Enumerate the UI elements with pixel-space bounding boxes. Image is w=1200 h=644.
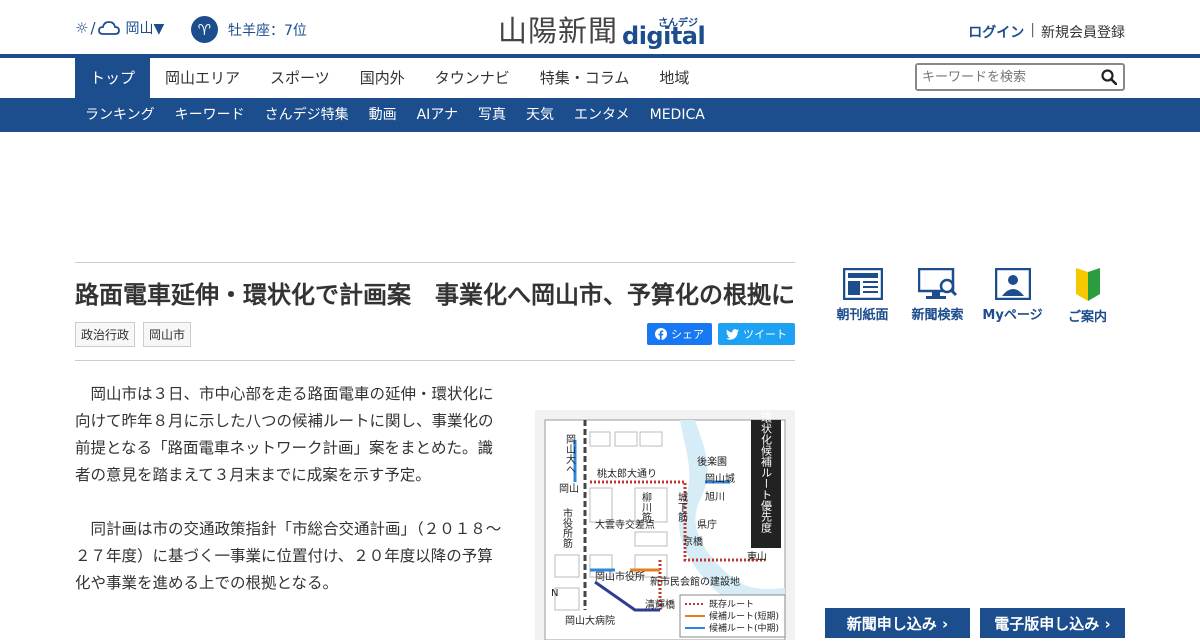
sidebar-label-morning-paper: 朝刊紙面 bbox=[836, 308, 889, 323]
sidebar: 朝刊紙面 新聞検索 Myページ ご案内 bbox=[825, 268, 1125, 325]
map-label-city-hall: 岡山市役所 bbox=[595, 570, 645, 583]
map-label-seikibashi: 清輝橋 bbox=[645, 598, 675, 611]
map-label-okayama-castle: 岡山城 bbox=[705, 473, 735, 485]
map-label-shiyakusho-suji: 市役所筋 bbox=[561, 507, 573, 549]
sidebar-label-news-search: 新聞検索 bbox=[911, 308, 964, 323]
article-title: 路面電車延伸・環状化で計画案 事業化へ岡山市、予算化の根拠に bbox=[75, 281, 795, 309]
facebook-icon bbox=[655, 328, 667, 341]
article-meta-divider bbox=[75, 360, 795, 362]
sidebar-icon-row: 朝刊紙面 新聞検索 Myページ ご案内 bbox=[825, 268, 1125, 325]
map-label-korakuen: 後楽園 bbox=[697, 455, 727, 468]
logo-digital-wrap: さんデジ digital bbox=[622, 14, 706, 50]
subnav-item-weather[interactable]: 天気 bbox=[516, 98, 564, 132]
ad-space bbox=[0, 132, 1200, 262]
map-label-asahi-river: 旭川 bbox=[705, 491, 725, 503]
route-map[interactable]: 路面電車の延伸環状化候補ルート優先度 岡山大へ 桃太郎大通り 後楽園 岡山城 旭… bbox=[535, 335, 795, 641]
horoscope-widget[interactable]: ♈ 牡羊座：7位 bbox=[191, 16, 307, 43]
map-label-univ-hospital: 岡山大病院 bbox=[565, 614, 615, 627]
tag-politics[interactable]: 政治行政 bbox=[75, 321, 136, 347]
weather-separator: / bbox=[90, 19, 96, 37]
article-top-divider bbox=[75, 262, 795, 263]
tag-okayama-city[interactable]: 岡山市 bbox=[143, 321, 192, 347]
subnav-item-entertainment[interactable]: エンタメ bbox=[564, 98, 640, 132]
subnav-item-photo[interactable]: 写真 bbox=[468, 98, 516, 132]
auth-links: ログイン | 新規会員登録 bbox=[968, 22, 1125, 42]
map-label-higashiyama: 東山 bbox=[747, 550, 767, 563]
map-label-new-hall-site: 新市民会館の建設地 bbox=[650, 575, 740, 588]
nav-item-sports[interactable]: スポーツ bbox=[255, 58, 345, 98]
sub-navigation: ランキング キーワード さんデジ特集 動画 AIアナ 写真 天気 エンタメ ME… bbox=[0, 98, 1200, 132]
map-title: 路面電車の延伸環状化候補ルート優先度 bbox=[760, 410, 773, 534]
sidebar-item-my-page[interactable]: Myページ bbox=[975, 268, 1050, 325]
subnav-item-ranking[interactable]: ランキング bbox=[75, 98, 165, 132]
map-label-okayama-station: 岡山 bbox=[559, 483, 579, 495]
facebook-share-label: シェア bbox=[671, 328, 704, 342]
map-label-okayama-univ: 岡山大へ bbox=[564, 434, 576, 474]
legend-short-term: 候補ルート(短期) bbox=[709, 610, 779, 622]
article-meta-row: 政治行政 岡山市 シェア ツイート bbox=[75, 321, 795, 347]
search-input[interactable] bbox=[917, 65, 1092, 89]
map-label-shiroshita-suji: 城下筋 bbox=[676, 492, 688, 523]
weather-city-select[interactable]: 岡山▼ bbox=[126, 18, 165, 38]
article-paragraph-2: 同計画は市の交通政策指針「市総合交通計画」（２０１８～２７年度）に基づく一事業に… bbox=[75, 520, 502, 593]
twitter-bird-icon bbox=[726, 328, 739, 340]
newspaper-icon bbox=[842, 268, 883, 300]
logo-kanji: 山陽新聞 bbox=[498, 14, 619, 48]
subnav-item-video[interactable]: 動画 bbox=[359, 98, 407, 132]
nav-item-townnavi[interactable]: タウンナビ bbox=[420, 58, 525, 98]
sidebar-label-guide: ご案内 bbox=[1067, 310, 1107, 325]
subnav-item-keyword[interactable]: キーワード bbox=[165, 98, 255, 132]
digital-subscribe-button[interactable]: 電子版申し込み › bbox=[980, 608, 1125, 638]
nav-item-region[interactable]: 地域 bbox=[644, 58, 704, 98]
sidebar-item-guide[interactable]: ご案内 bbox=[1050, 268, 1125, 325]
newspaper-subscribe-button[interactable]: 新聞申し込み › bbox=[825, 608, 970, 638]
article-paragraph-1: 岡山市は３日、市中心部を走る路面電車の延伸・環状化に向けて昨年８月に示した八つの… bbox=[75, 385, 494, 485]
register-link[interactable]: 新規会員登録 bbox=[1041, 22, 1125, 42]
login-link[interactable]: ログイン bbox=[968, 22, 1024, 42]
search-icon[interactable] bbox=[1101, 69, 1117, 85]
article-figure[interactable]: 路面電車の延伸環状化候補ルート優先度 岡山大へ 桃太郎大通り 後楽園 岡山城 旭… bbox=[535, 335, 795, 641]
twitter-share-label: ツイート bbox=[743, 328, 787, 342]
map-label-kyobashi: 京橋 bbox=[683, 535, 703, 548]
nav-item-national[interactable]: 国内外 bbox=[345, 58, 420, 98]
article: 路面電車延伸・環状化で計画案 事業化へ岡山市、予算化の根拠に 政治行政 岡山市 … bbox=[75, 262, 795, 641]
user-page-icon bbox=[994, 268, 1031, 300]
beginner-mark-icon bbox=[1075, 268, 1100, 301]
weather-widget[interactable]: ☼ / 岡山▼ bbox=[75, 18, 164, 38]
nav-item-top[interactable]: トップ bbox=[75, 58, 151, 98]
article-text: 岡山市は３日、市中心部を走る路面電車の延伸・環状化に向けて昨年８月に示した八つの… bbox=[75, 381, 507, 624]
map-label-momotaro: 桃太郎大通り bbox=[597, 467, 657, 480]
site-header: ☼ / 岡山▼ ♈ 牡羊座：7位 山陽新聞 さんデジ digital ログイン … bbox=[0, 0, 1200, 54]
monitor-search-icon bbox=[917, 268, 957, 299]
logo-digital: digital bbox=[622, 22, 706, 50]
cloud-icon bbox=[97, 21, 120, 35]
search-box bbox=[915, 63, 1125, 91]
share-buttons: シェア ツイート bbox=[647, 323, 795, 346]
facebook-share-button[interactable]: シェア bbox=[647, 323, 712, 346]
legend-mid-term: 候補ルート(中期) bbox=[709, 622, 779, 634]
subnav-item-medica[interactable]: MEDICA bbox=[640, 98, 715, 132]
sidebar-item-morning-paper[interactable]: 朝刊紙面 bbox=[825, 268, 900, 325]
horoscope-text[interactable]: 牡羊座：7位 bbox=[228, 20, 307, 40]
site-logo[interactable]: 山陽新聞 さんデジ digital bbox=[498, 8, 706, 50]
auth-separator: | bbox=[1030, 22, 1035, 38]
sidebar-label-my-page: Myページ bbox=[982, 308, 1043, 323]
map-north-arrow: N bbox=[551, 588, 558, 599]
sidebar-item-news-search[interactable]: 新聞検索 bbox=[900, 268, 975, 325]
map-label-yanagawa-suji: 柳川筋 bbox=[640, 491, 652, 523]
nav-item-okayama-area[interactable]: 岡山エリア bbox=[150, 58, 255, 98]
map-label-kencho: 県庁 bbox=[697, 518, 717, 531]
sun-icon: ☼ bbox=[75, 19, 89, 37]
subnav-item-sandeji-feature[interactable]: さんデジ特集 bbox=[255, 98, 359, 132]
subnav-item-ai-anchor[interactable]: AIアナ bbox=[407, 98, 468, 132]
aries-icon: ♈ bbox=[191, 16, 218, 43]
main-navigation: トップ 岡山エリア スポーツ 国内外 タウンナビ 特集・コラム 地域 bbox=[0, 54, 1200, 98]
legend-existing: 既存ルート bbox=[709, 598, 754, 610]
twitter-share-button[interactable]: ツイート bbox=[718, 323, 795, 346]
map-label-daiunji: 大雲寺交差点 bbox=[595, 518, 655, 531]
nav-item-features[interactable]: 特集・コラム bbox=[525, 58, 645, 98]
